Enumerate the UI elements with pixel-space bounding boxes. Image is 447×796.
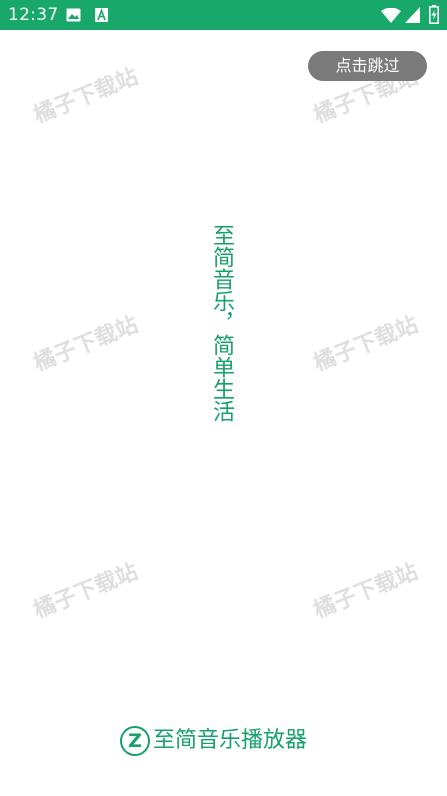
status-time: 12:37 [8, 5, 59, 25]
watermark: 橘子下载站 [30, 312, 142, 377]
watermark: 橘子下载站 [30, 64, 142, 129]
status-bar: 12:37 [0, 0, 447, 30]
watermark: 橘子下载站 [310, 312, 422, 377]
app-logo-letter: Z [128, 729, 142, 752]
battery-charging-icon [429, 5, 439, 24]
watermark: 橘子下载站 [310, 559, 422, 624]
slogan-text: 至简音乐，简单生活 [209, 224, 234, 422]
wifi-icon [381, 8, 401, 23]
cell-signal-icon [405, 7, 420, 23]
watermark: 橘子下载站 [30, 559, 142, 624]
app-logo-icon: Z [120, 726, 150, 756]
text-a-icon [95, 8, 108, 22]
skip-button[interactable]: 点击跳过 [308, 51, 427, 81]
app-brand: Z 至简音乐播放器 [120, 725, 307, 757]
image-icon [66, 8, 81, 22]
app-name: 至简音乐播放器 [153, 728, 308, 753]
